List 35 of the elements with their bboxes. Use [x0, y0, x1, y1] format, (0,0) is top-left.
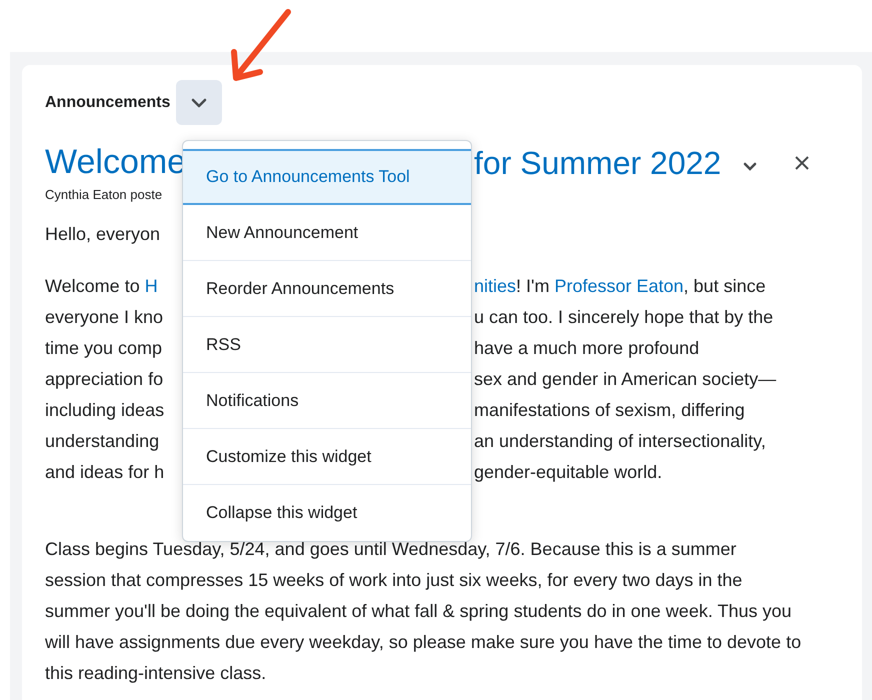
body-text: appreciation fo: [45, 369, 164, 389]
body-text: time you comp: [45, 338, 162, 358]
announcement-title[interactable]: Welcome: [45, 137, 182, 188]
menu-item[interactable]: RSS: [183, 317, 471, 373]
body-text: Welcome to: [45, 276, 141, 296]
body-text: everyone I kno: [45, 307, 164, 327]
author-line: Cynthia Eaton poste: [45, 187, 162, 202]
link[interactable]: nities: [474, 276, 516, 296]
menu-item[interactable]: Go to Announcements Tool: [183, 149, 471, 205]
link[interactable]: Professor Eaton: [554, 276, 684, 296]
menu-item[interactable]: Reorder Announcements: [183, 261, 471, 317]
body-text: manifestations of sexism, differing: [474, 400, 745, 420]
body-text: an understanding of intersectionality,: [474, 431, 766, 451]
body-text: sex and gender in American society—: [474, 369, 776, 389]
body-text: u can too. I sincerely hope that by the: [474, 307, 774, 327]
body-paragraph: Class begins Tuesday, 5/24, and goes until Wednesday, 7/6. Because this is a summer session that compresses 15 weeks of work into just six weeks, for every two days in the summer you'll be doing the equivalent of what fall & spring students do in one week. Thus you will have assignments due every weekday, so please make sure you have the time to devote to this reading-intensive class.: [45, 538, 802, 685]
menu-item[interactable]: New Announcement: [183, 205, 471, 261]
body-text: ! I'm: [516, 276, 550, 296]
greeting-text: Hello, everyon: [45, 224, 160, 244]
body-text: have a much more profound: [474, 338, 700, 358]
body-text: including ideas: [45, 400, 164, 420]
body-text: gender-equitable world.: [474, 462, 662, 482]
link[interactable]: H: [144, 276, 158, 296]
menu-item[interactable]: Collapse this widget: [183, 485, 471, 541]
chevron-down-icon[interactable]: [743, 162, 758, 171]
chevron-down-icon: [191, 98, 208, 108]
widget-menu-button[interactable]: [176, 80, 222, 125]
body-text: understanding: [45, 431, 160, 451]
body-text: , but since: [684, 276, 766, 296]
body-text: and ideas for h: [45, 462, 164, 482]
close-icon[interactable]: [795, 156, 810, 170]
announcement-title[interactable]: for Summer 2022: [474, 138, 722, 186]
menu-item[interactable]: Notifications: [183, 373, 471, 429]
widget-title: Announcements: [45, 92, 170, 112]
menu-item[interactable]: Customize this widget: [183, 429, 471, 485]
